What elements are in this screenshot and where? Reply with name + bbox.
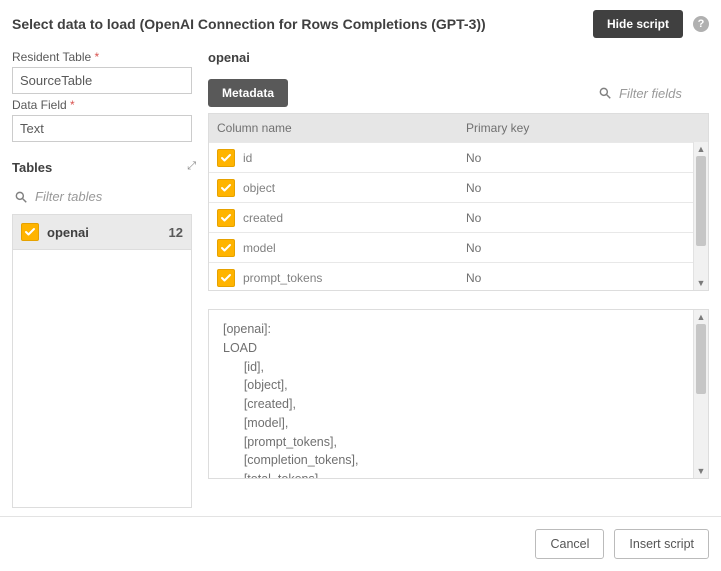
data-field-input[interactable] — [12, 115, 192, 142]
column-name: object — [243, 181, 275, 195]
page-title: Select data to load (OpenAI Connection f… — [12, 16, 593, 32]
column-checkbox[interactable] — [217, 209, 235, 227]
scroll-up-icon[interactable]: ▲ — [694, 142, 708, 156]
columns-panel: Column name Primary key idNoobjectNocrea… — [208, 113, 709, 291]
tab-metadata[interactable]: Metadata — [208, 79, 288, 107]
column-name: created — [243, 211, 283, 225]
column-name: model — [243, 241, 276, 255]
tables-heading: Tables — [12, 160, 187, 175]
column-name: id — [243, 151, 252, 165]
script-scrollbar[interactable]: ▲ ▼ — [693, 310, 708, 478]
script-panel: [openai]: LOAD [id], [object], [created]… — [208, 309, 709, 479]
column-checkbox[interactable] — [217, 269, 235, 287]
cancel-button[interactable]: Cancel — [535, 529, 604, 559]
column-primary-key: No — [458, 204, 693, 232]
column-primary-key: No — [458, 174, 693, 202]
search-icon — [14, 190, 28, 204]
filter-fields-input[interactable] — [619, 86, 709, 101]
insert-script-button[interactable]: Insert script — [614, 529, 709, 559]
table-checkbox[interactable] — [21, 223, 39, 241]
filter-tables-input[interactable] — [35, 189, 213, 204]
tables-list: openai 12 — [12, 214, 192, 508]
scroll-down-icon[interactable]: ▼ — [694, 464, 708, 478]
column-primary-key: No — [458, 234, 693, 262]
column-row[interactable]: created No — [209, 202, 693, 232]
table-name: openai — [47, 225, 169, 240]
column-name: prompt_tokens — [243, 271, 322, 285]
table-count-badge: 12 — [169, 225, 183, 240]
column-row[interactable]: model No — [209, 232, 693, 262]
column-primary-key: No — [458, 144, 693, 172]
column-checkbox[interactable] — [217, 239, 235, 257]
resident-table-label: Resident Table * — [12, 50, 192, 64]
script-text[interactable]: [openai]: LOAD [id], [object], [created]… — [209, 310, 693, 478]
column-row[interactable]: object No — [209, 172, 693, 202]
column-row[interactable]: prompt_tokens No — [209, 262, 693, 290]
column-row[interactable]: id No — [209, 142, 693, 172]
expand-icon[interactable]: ⤢ — [187, 160, 192, 173]
help-icon[interactable]: ? — [693, 16, 709, 32]
column-checkbox[interactable] — [217, 149, 235, 167]
scroll-down-icon[interactable]: ▼ — [694, 276, 708, 290]
column-header-primary-key[interactable]: Primary key — [458, 114, 693, 142]
column-header-name[interactable]: Column name — [209, 114, 458, 142]
column-checkbox[interactable] — [217, 179, 235, 197]
columns-scrollbar[interactable]: ▲ ▼ — [693, 142, 708, 290]
data-field-label: Data Field * — [12, 98, 192, 112]
hide-script-button[interactable]: Hide script — [593, 10, 683, 38]
search-icon — [598, 86, 612, 100]
scroll-up-icon[interactable]: ▲ — [694, 310, 708, 324]
selected-table-name: openai — [208, 46, 709, 75]
table-item-openai[interactable]: openai 12 — [13, 215, 191, 250]
resident-table-input[interactable] — [12, 67, 192, 94]
column-primary-key: No — [458, 264, 693, 291]
